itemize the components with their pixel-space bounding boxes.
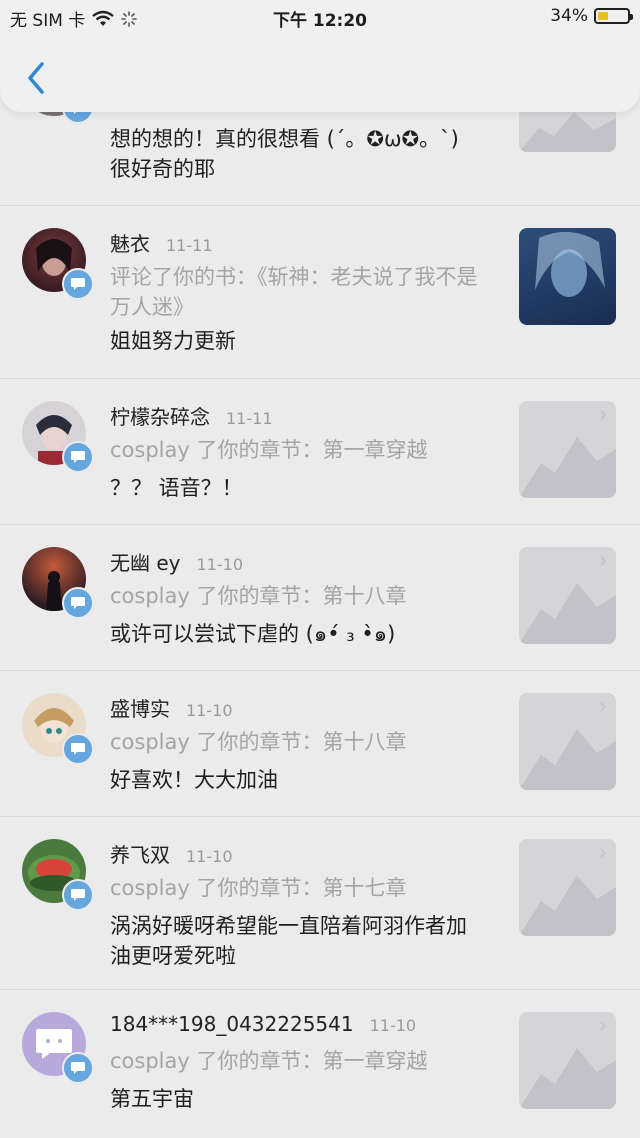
message-date: 11-11 <box>166 236 213 255</box>
avatar[interactable] <box>22 547 94 619</box>
name-line: 魅衣 11-11 <box>110 228 213 257</box>
comment-badge-icon <box>62 733 94 765</box>
battery-icon <box>594 8 633 24</box>
book-cover-thumbnail[interactable] <box>519 228 616 325</box>
status-right: 34% <box>550 6 633 26</box>
action-text[interactable]: cosplay 了你的章节：第一章穿越 <box>110 435 500 465</box>
message-date: 11-11 <box>226 409 273 428</box>
battery-percent: 34% <box>550 6 588 26</box>
comment-badge-icon <box>62 441 94 473</box>
name-line: 盛博实 11-10 <box>110 693 233 722</box>
action-text[interactable]: cosplay 了你的章节：第十八章 <box>110 581 500 611</box>
avatar[interactable] <box>22 839 94 911</box>
name-line: 无幽 ey 11-10 <box>110 547 243 576</box>
message-date: 11-10 <box>186 701 233 720</box>
user-name[interactable]: 无幽 ey <box>110 547 181 576</box>
comment-text: 好喜欢！大大加油 <box>110 768 278 792</box>
comment-text: 第五宇宙 <box>110 1087 194 1111</box>
avatar[interactable] <box>22 228 94 300</box>
message-row[interactable]: 养飞双 11-10 cosplay 了你的章节：第十七章 涡涡好暖呀希望能一直陪… <box>0 817 640 990</box>
user-name[interactable]: 魅衣 <box>110 228 150 257</box>
thumbnail-placeholder[interactable] <box>519 547 616 644</box>
comment-badge-icon <box>62 587 94 619</box>
avatar[interactable] <box>22 1012 94 1084</box>
message-row[interactable]: 魅衣 11-11 评论了你的书：《斩神：老夫说了我不是万人迷》 姐姐努力更新 <box>0 206 640 379</box>
thumbnail-placeholder[interactable] <box>519 839 616 936</box>
message-date: 11-10 <box>196 555 244 574</box>
message-date: 11-10 <box>369 1016 417 1035</box>
message-row[interactable]: 盛博实 11-10 cosplay 了你的章节：第十八章 好喜欢！大大加油 <box>0 671 640 817</box>
name-line: 养飞双 11-10 <box>110 839 233 868</box>
comment-text: ？？ 语音？！ <box>110 476 243 500</box>
comment-badge-icon <box>62 268 94 300</box>
message-row[interactable]: 柠檬杂碎念 11-11 cosplay 了你的章节：第一章穿越 ？？ 语音？！ <box>0 379 640 525</box>
comment-text: 或许可以尝试下虐的 (๑•́ ₃ •̀๑) <box>110 622 396 646</box>
thumbnail-placeholder[interactable] <box>519 1012 616 1109</box>
message-list: 想的想的！真的很想看 (´。✪ω✪。`) 很好奇的耶 魅衣 11-11 评论了你… <box>0 52 640 1135</box>
action-text[interactable]: 评论了你的书：《斩神：老夫说了我不是万人迷》 <box>110 262 480 322</box>
message-date: 11-10 <box>186 847 233 866</box>
thumbnail-placeholder[interactable] <box>519 693 616 790</box>
avatar[interactable] <box>22 693 94 765</box>
action-text[interactable]: cosplay 了你的章节：第一章穿越 <box>110 1046 500 1076</box>
user-name[interactable]: 养飞双 <box>110 839 170 868</box>
user-name[interactable]: 184***198_0432225541 <box>110 1012 354 1036</box>
comment-badge-icon <box>62 1052 94 1084</box>
message-row[interactable]: 184***198_0432225541 11-10 cosplay 了你的章节… <box>0 990 640 1135</box>
name-line: 184***198_0432225541 11-10 <box>110 1012 416 1036</box>
comment-badge-icon <box>62 879 94 911</box>
action-text[interactable]: cosplay 了你的章节：第十七章 <box>110 873 500 903</box>
status-bar: 无 SIM 卡 下午 12:20 34% <box>0 0 640 34</box>
avatar[interactable] <box>22 401 94 473</box>
chevron-left-icon[interactable] <box>22 60 50 96</box>
name-line: 柠檬杂碎念 11-11 <box>110 401 273 430</box>
action-text[interactable]: cosplay 了你的章节：第十八章 <box>110 727 500 757</box>
comment-text: 姐姐努力更新 <box>110 329 236 353</box>
thumbnail-placeholder[interactable] <box>519 401 616 498</box>
user-name[interactable]: 柠檬杂碎念 <box>110 401 210 430</box>
user-name[interactable]: 盛博实 <box>110 693 170 722</box>
comment-text: 想的想的！真的很想看 (´。✪ω✪。`) 很好奇的耶 <box>110 127 459 181</box>
comment-text: 涡涡好暖呀希望能一直陪着阿羽作者加油更呀爱死啦 <box>110 914 467 968</box>
message-row[interactable]: 无幽 ey 11-10 cosplay 了你的章节：第十八章 或许可以尝试下虐的… <box>0 525 640 671</box>
clock: 下午 12:20 <box>272 11 368 31</box>
